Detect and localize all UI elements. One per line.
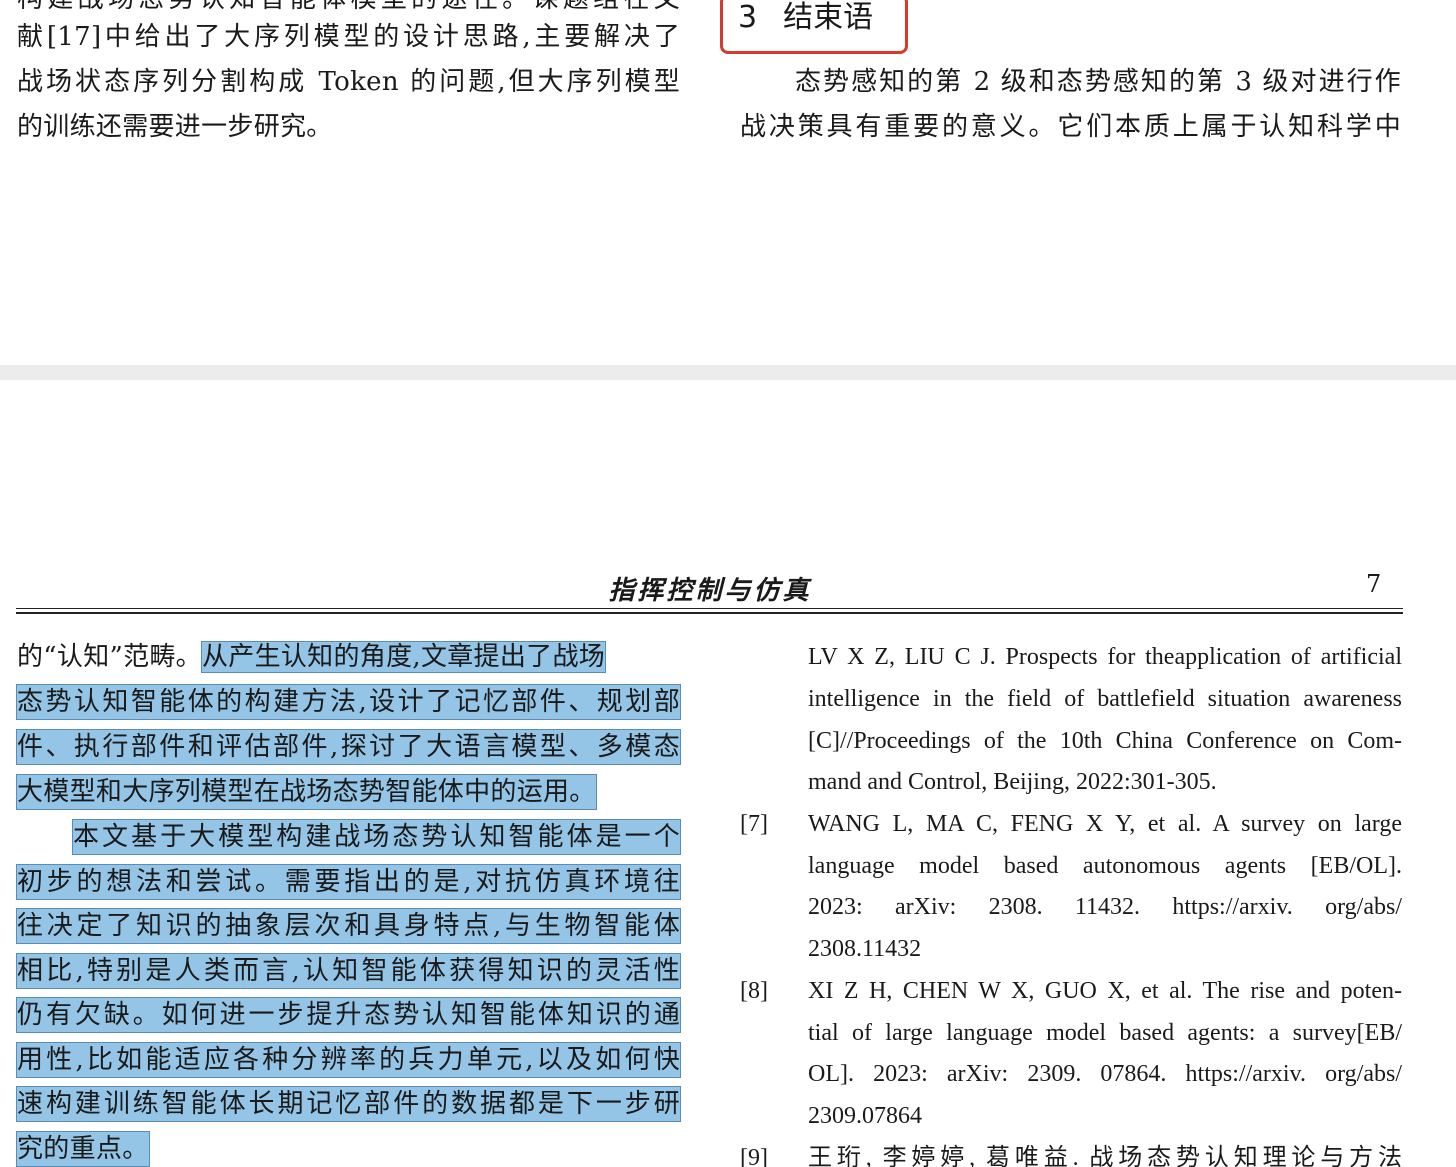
reference-number: [7] <box>740 811 768 837</box>
reference-line: [C]//Proceedings of the 10th China Confe… <box>808 728 1402 754</box>
header-rule <box>16 608 1403 609</box>
reference-line: XI Z H, CHEN W X, GUO X, et al. The rise… <box>808 978 1402 1004</box>
body-line: 战决策具有重要的意义。它们本质上属于认知科学中 <box>740 112 1401 142</box>
highlighted-text[interactable]: 本文基于大模型构建战场态势认知智能体是一个 <box>72 819 681 855</box>
highlighted-text[interactable]: 大模型和大序列模型在战场态势智能体中的运用。 <box>16 774 597 810</box>
section-title: 结束语 <box>783 0 874 35</box>
reference-number: [9] <box>740 1145 768 1167</box>
reference-line: LV X Z, LIU C J. Prospects for theapplic… <box>808 644 1402 670</box>
reference-line: intelligence in the field of battlefield… <box>808 686 1402 712</box>
reference-number: [8] <box>740 978 768 1004</box>
section-number: 3 <box>738 0 758 35</box>
page-number: 7 <box>1366 570 1382 598</box>
pdf-page: 指挥控制与仿真 7 的“认知”范畴。从产生认知的角度,文章提出了战场 态势认知智… <box>0 380 1456 1167</box>
body-line: 的训练还需要进一步研究。 <box>17 112 333 142</box>
cut-off-line: 构建战场态势认知智能体模型的途径。课题组在文 <box>17 0 680 16</box>
highlighted-text[interactable]: 仍有欠缺。如何进一步提升态势认知智能体知识的通 <box>16 997 681 1033</box>
reference-line: 2309.07864 <box>808 1103 922 1129</box>
highlighted-text[interactable]: 初步的想法和尝试。需要指出的是,对抗仿真环境往 <box>16 864 681 900</box>
highlighted-text[interactable]: 用性,比如能适应各种分辨率的兵力单元,以及如何快 <box>16 1042 681 1078</box>
reference-line: 2308.11432 <box>808 936 922 962</box>
reference-line: OL]. 2023: arXiv: 2309. 07864. https://a… <box>808 1061 1402 1087</box>
highlighted-text[interactable]: 态势认知智能体的构建方法,设计了记忆部件、规划部 <box>16 684 681 720</box>
reference-line: 2023: arXiv: 2308. 11432. https://arxiv.… <box>808 894 1402 920</box>
page-separator <box>0 365 1456 380</box>
journal-title: 指挥控制与仿真 <box>608 576 812 606</box>
reference-line: mand and Control, Beijing, 2022:301-305. <box>808 769 1217 795</box>
highlighted-text[interactable]: 往决定了知识的抽象层次和具身特点,与生物智能体 <box>16 908 681 944</box>
highlighted-text[interactable]: 究的重点。 <box>16 1131 150 1167</box>
highlighted-text[interactable]: 相比,特别是人类而言,认知智能体获得知识的灵活性 <box>16 953 681 989</box>
body-line: 献[17]中给出了大序列模型的设计思路,主要解决了 <box>17 22 680 52</box>
plain-text: 的“认知”范畴。 <box>17 642 202 672</box>
highlighted-text[interactable]: 从产生认知的角度,文章提出了战场 <box>200 641 607 673</box>
section-heading: 3 结束语 <box>738 0 873 38</box>
highlighted-text[interactable]: 速构建训练智能体长期记忆部件的数据都是下一步研 <box>16 1086 681 1122</box>
reference-line: 王珩, 李婷婷, 葛唯益. 战场态势认知理论与方法 <box>808 1145 1402 1167</box>
reference-line: tial of large language model based agent… <box>808 1020 1402 1046</box>
highlighted-text[interactable]: 件、执行部件和评估部件,探讨了大语言模型、多模态 <box>16 729 681 765</box>
body-line: 态势感知的第 2 级和态势感知的第 3 级对进行作 <box>795 67 1401 97</box>
previous-page-fragment: 构建战场态势认知智能体模型的途径。课题组在文 献[17]中给出了大序列模型的设计… <box>0 0 1456 365</box>
reference-line: WANG L, MA C, FENG X Y, et al. A survey … <box>808 811 1402 837</box>
header-rule <box>16 612 1403 614</box>
reference-line: language model based autonomous agents [… <box>808 853 1402 879</box>
body-line: 战场状态序列分割构成 Token 的问题,但大序列模型 <box>17 67 680 97</box>
body-line: 的“认知”范畴。从产生认知的角度,文章提出了战场 <box>17 640 680 674</box>
